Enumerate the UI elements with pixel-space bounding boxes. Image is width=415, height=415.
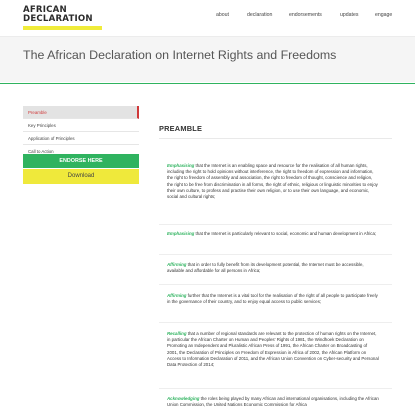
- preamble-paragraph-4: Affirming further that the Internet is a…: [167, 293, 379, 305]
- preamble-paragraph-1: Emphasising that the Internet is an enab…: [167, 163, 379, 200]
- paragraph-divider: [159, 254, 392, 255]
- section-heading: PREAMBLE: [159, 124, 203, 133]
- paragraph-keyword: Acknowledging: [167, 396, 200, 401]
- paragraph-divider: [159, 224, 392, 225]
- paragraph-text: the roles being played by many African a…: [167, 396, 379, 408]
- endorse-button[interactable]: ENDORSE HERE: [23, 154, 139, 168]
- preamble-paragraph-6: Acknowledging the roles being played by …: [167, 396, 379, 408]
- paragraph-text: further that the Internet is a vital too…: [167, 293, 378, 305]
- paragraph-divider: [159, 388, 392, 389]
- paragraph-keyword: Recalling: [167, 331, 187, 336]
- site-header: AFRICAN DECLARATION about declaration en…: [0, 0, 415, 36]
- paragraph-text: that a number of regional standards are …: [167, 331, 379, 368]
- paragraph-text: that the Internet is an enabling space a…: [167, 163, 378, 200]
- paragraph-keyword: Affirming: [167, 262, 187, 267]
- title-divider: [0, 83, 415, 84]
- title-band: The African Declaration on Internet Righ…: [0, 36, 415, 82]
- paragraph-keyword: Affirming: [167, 293, 187, 298]
- logo-underline: [23, 26, 102, 30]
- nav-declaration[interactable]: declaration: [247, 12, 272, 18]
- preamble-paragraph-2: Emphasising that the Internet is particu…: [167, 231, 379, 237]
- paragraph-text: that in order to fully benefit from its …: [167, 262, 364, 274]
- paragraph-divider: [159, 284, 392, 285]
- paragraph-keyword: Emphasising: [167, 163, 195, 168]
- paragraph-keyword: Emphasising: [167, 231, 195, 236]
- preamble-paragraph-5: Recalling that a number of regional stan…: [167, 331, 379, 368]
- main-nav: about declaration endorsements updates e…: [0, 12, 415, 22]
- nav-updates[interactable]: updates: [340, 12, 358, 18]
- page-title: The African Declaration on Internet Righ…: [23, 48, 337, 62]
- sidebar-item-preamble[interactable]: Preamble: [23, 106, 139, 119]
- nav-endorsements[interactable]: endorsements: [289, 12, 322, 18]
- sidebar-item-key-principles[interactable]: Key Principles: [23, 119, 139, 132]
- download-button[interactable]: Download: [23, 169, 139, 184]
- nav-about[interactable]: about: [216, 12, 229, 18]
- section-divider: [159, 138, 392, 139]
- paragraph-text: that the Internet is particularly releva…: [194, 231, 377, 236]
- sidebar-item-application[interactable]: Application of Principles: [23, 132, 139, 145]
- paragraph-divider: [159, 322, 392, 323]
- nav-engage[interactable]: engage: [375, 12, 392, 18]
- preamble-paragraph-3: Affirming that in order to fully benefit…: [167, 262, 379, 274]
